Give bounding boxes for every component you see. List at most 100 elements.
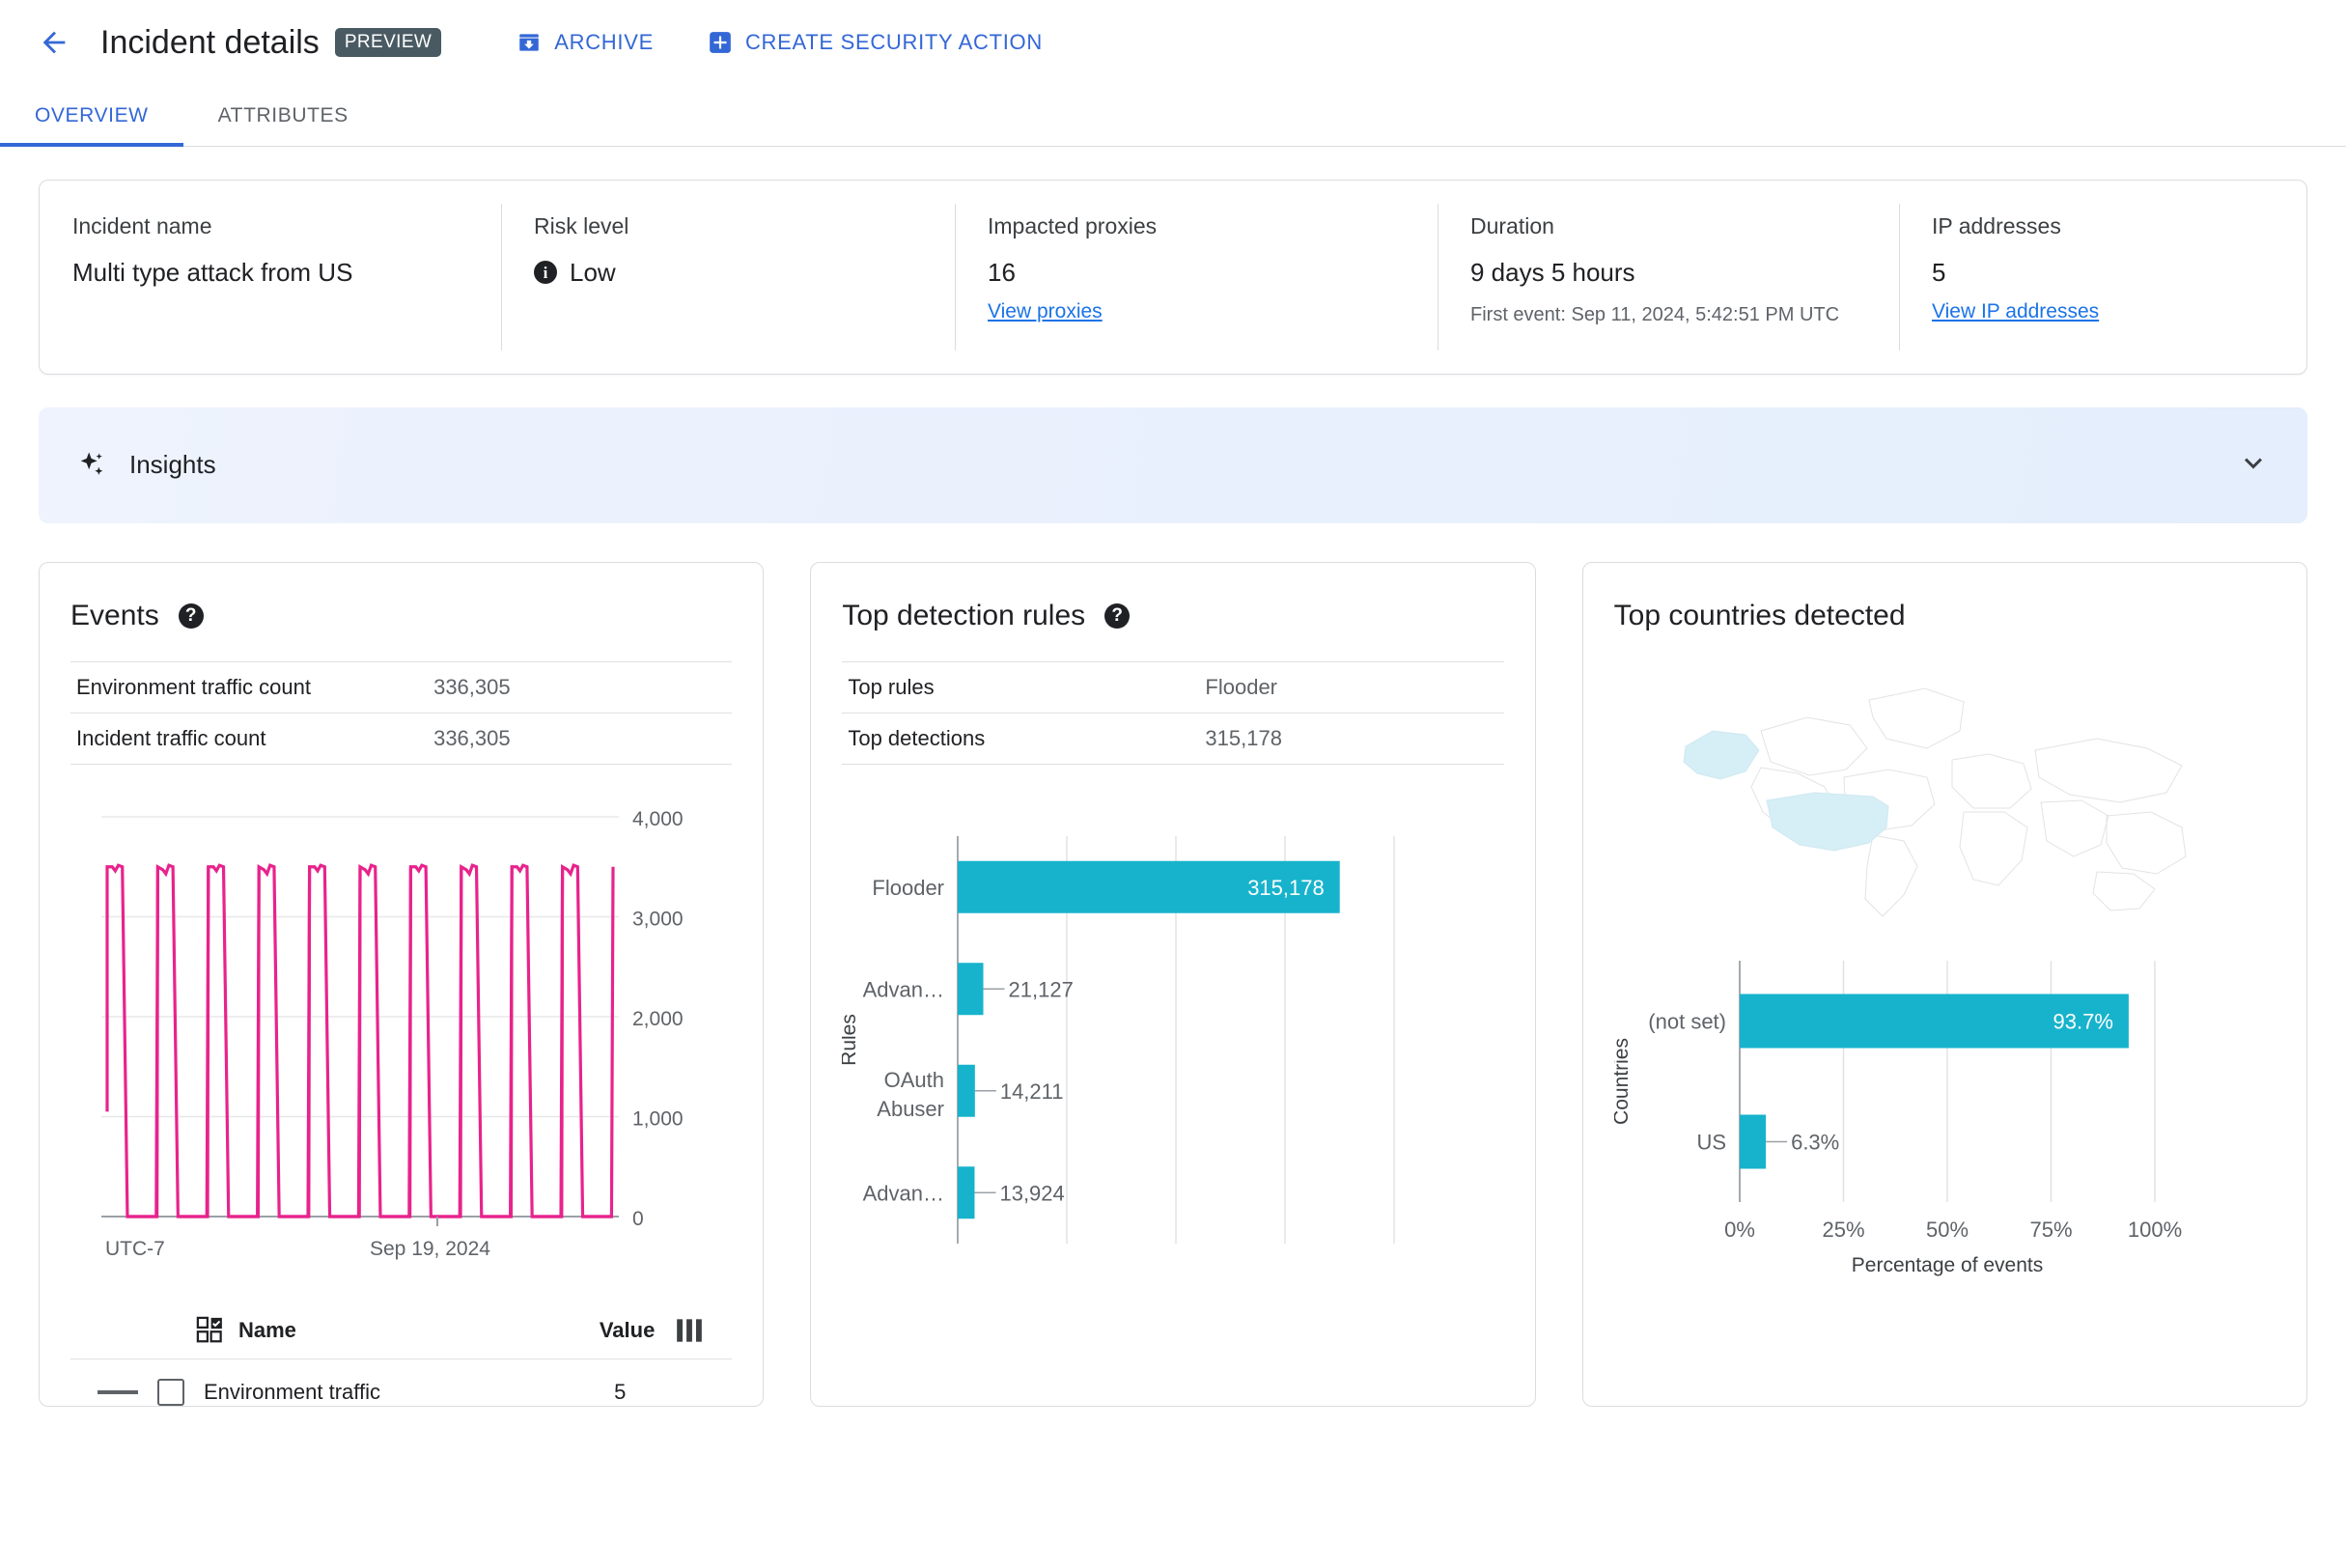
svg-text:Advan…: Advan… — [863, 1181, 944, 1205]
archive-icon — [519, 34, 539, 51]
summary-incident-name-value: Multi type attack from US — [72, 258, 353, 287]
top-detection-rules-chart: Flooder 315,178 Advan… 21,127 OAuth Abuser 14,… — [838, 828, 1503, 1258]
events-row-value: 336,305 — [433, 725, 511, 750]
events-legend-value-header: Value — [599, 1317, 656, 1342]
svg-text:13,924: 13,924 — [1000, 1181, 1065, 1205]
summary-risk-level-value: Low — [570, 258, 616, 287]
events-summary-table: Environment traffic count 336,305 Incide… — [70, 661, 733, 765]
countries-bar-chart-svg: (not set) 93.7% US 6.3% 0% 25% 50% 75% 100% Count… — [1610, 960, 2182, 1276]
events-row-key: Environment traffic count — [76, 674, 311, 699]
svg-text:Sep 19, 2024: Sep 19, 2024 — [370, 1238, 490, 1260]
series-visibility-checkbox[interactable] — [157, 1378, 184, 1406]
insights-panel[interactable]: Insights — [39, 406, 2307, 523]
incident-details-page: Incident details PREVIEW ARCHIVE CREATE … — [0, 0, 2346, 1568]
tab-overview[interactable]: OVERVIEW — [0, 85, 183, 147]
preview-badge: PREVIEW — [334, 28, 442, 57]
svg-text:Advan…: Advan… — [863, 977, 944, 1001]
top-detection-rules-panel: Top detection rules ? Top rules Flooder … — [810, 561, 1536, 1407]
rules-row-key: Top detections — [848, 725, 986, 750]
events-row-key: Incident traffic count — [76, 725, 266, 750]
view-proxies-link[interactable]: View proxies — [988, 300, 1103, 323]
sparkle-icon — [80, 452, 103, 475]
rules-row-key: Top rules — [848, 674, 935, 699]
charts-row: Events ? Environment traffic count 336,3… — [39, 561, 2307, 1407]
summary-duration-value: 9 days 5 hours — [1470, 258, 1635, 287]
top-countries-panel: Top countries detected (not set) 93.7% U… — [1581, 561, 2307, 1407]
create-security-action-label: CREATE SECURITY ACTION — [744, 30, 1043, 54]
world-map-svg — [1683, 686, 2187, 917]
summary-incident-name: Incident name Multi type attack from US — [40, 213, 501, 329]
top-countries-chart: (not set) 93.7% US 6.3% 0% 25% 50% 75% 100% Count… — [1610, 953, 2276, 1286]
rules-row-value: 315,178 — [1205, 725, 1282, 750]
table-row: Incident traffic count 336,305 — [70, 713, 733, 764]
events-panel-title: Events — [70, 599, 159, 631]
events-legend-rows: Environment traffic 5 — [70, 1358, 733, 1406]
events-legend-header: Name Value — [70, 1306, 732, 1358]
summary-impacted-proxies: Impacted proxies 16 View proxies — [955, 204, 1438, 350]
info-icon: i — [534, 261, 557, 285]
svg-text:Flooder: Flooder — [873, 875, 945, 899]
countries-panel-title: Top countries detected — [1613, 599, 1906, 631]
series-color-swatch — [98, 1389, 138, 1394]
legend-series-name: Environment traffic — [204, 1379, 381, 1404]
help-icon[interactable]: ? — [178, 602, 204, 629]
svg-text:2,000: 2,000 — [632, 1008, 684, 1030]
table-row: Top rules Flooder — [842, 661, 1504, 713]
svg-text:0%: 0% — [1724, 1218, 1755, 1242]
summary-duration: Duration 9 days 5 hours First event: Sep… — [1438, 204, 1899, 350]
checklist-icon[interactable] — [196, 1316, 225, 1345]
svg-text:75%: 75% — [2029, 1218, 2072, 1242]
svg-text:0: 0 — [632, 1208, 644, 1230]
table-row: Environment traffic count 336,305 — [70, 661, 733, 713]
tab-overview-label: OVERVIEW — [35, 103, 149, 126]
svg-text:315,178: 315,178 — [1248, 875, 1326, 899]
svg-text:93.7%: 93.7% — [2053, 1009, 2112, 1033]
svg-text:OAuth: OAuth — [884, 1067, 944, 1091]
summary-impacted-proxies-value: 16 — [988, 258, 1016, 287]
events-timeseries-chart: 0 1,000 2,000 3,000 4,000 UTC-7 Sep 19, 2024 — [70, 801, 732, 1289]
summary-duration-label: Duration — [1470, 213, 1554, 238]
table-row: Top detections 315,178 — [842, 713, 1504, 764]
svg-text:4,000: 4,000 — [632, 808, 684, 830]
svg-text:US: US — [1696, 1130, 1726, 1154]
svg-text:UTC-7: UTC-7 — [105, 1238, 165, 1260]
svg-text:25%: 25% — [1822, 1218, 1864, 1242]
back-button[interactable] — [31, 19, 77, 66]
world-map — [1614, 642, 2276, 932]
svg-text:Abuser: Abuser — [878, 1096, 945, 1120]
chevron-down-icon — [2245, 458, 2262, 469]
svg-text:6.3%: 6.3% — [1791, 1130, 1839, 1154]
header-actions: ARCHIVE CREATE SECURITY ACTION — [517, 30, 1043, 55]
page-title: Incident details — [100, 23, 320, 61]
insights-title: Insights — [129, 450, 216, 479]
archive-label: ARCHIVE — [554, 30, 654, 54]
events-legend-name-header: Name — [238, 1317, 296, 1342]
rules-row-value: Flooder — [1205, 674, 1277, 699]
insights-expand-toggle[interactable] — [2236, 445, 2271, 485]
svg-text:3,000: 3,000 — [632, 908, 684, 930]
view-ip-addresses-link[interactable]: View IP addresses — [1932, 300, 2099, 323]
page-header: Incident details PREVIEW ARCHIVE CREATE … — [0, 0, 2346, 85]
page-content: Incident name Multi type attack from US … — [0, 147, 2346, 1407]
archive-button[interactable]: ARCHIVE — [517, 30, 654, 55]
columns-icon[interactable] — [676, 1318, 703, 1343]
events-row-value: 336,305 — [433, 674, 511, 699]
events-line-chart-svg: 0 1,000 2,000 3,000 4,000 UTC-7 Sep 19, 2024 — [101, 808, 684, 1260]
create-security-action-button[interactable]: CREATE SECURITY ACTION — [708, 30, 1043, 55]
svg-text:100%: 100% — [2128, 1218, 2182, 1242]
svg-text:50%: 50% — [1926, 1218, 1969, 1242]
rules-bar-chart-svg: Flooder 315,178 Advan… 21,127 OAuth Abuser 14,… — [838, 835, 1396, 1244]
list-item[interactable]: Environment traffic 5 — [70, 1378, 732, 1406]
summary-duration-first-event: First event: Sep 11, 2024, 5:42:51 PM UT… — [1470, 303, 1840, 325]
tab-attributes[interactable]: ATTRIBUTES — [183, 85, 383, 146]
summary-incident-name-label: Incident name — [72, 213, 212, 238]
rules-summary-table: Top rules Flooder Top detections 315,178 — [842, 661, 1504, 765]
tab-bar: OVERVIEW ATTRIBUTES — [0, 85, 2346, 147]
plus-box-icon — [710, 32, 731, 53]
help-icon[interactable]: ? — [1104, 602, 1131, 629]
summary-risk-level: Risk level i Low — [501, 204, 955, 350]
svg-text:21,127: 21,127 — [1009, 977, 1074, 1001]
map-region-us — [1766, 791, 1889, 852]
rules-panel-title: Top detection rules — [842, 599, 1086, 631]
summary-ip-addresses-value: 5 — [1932, 258, 1946, 287]
